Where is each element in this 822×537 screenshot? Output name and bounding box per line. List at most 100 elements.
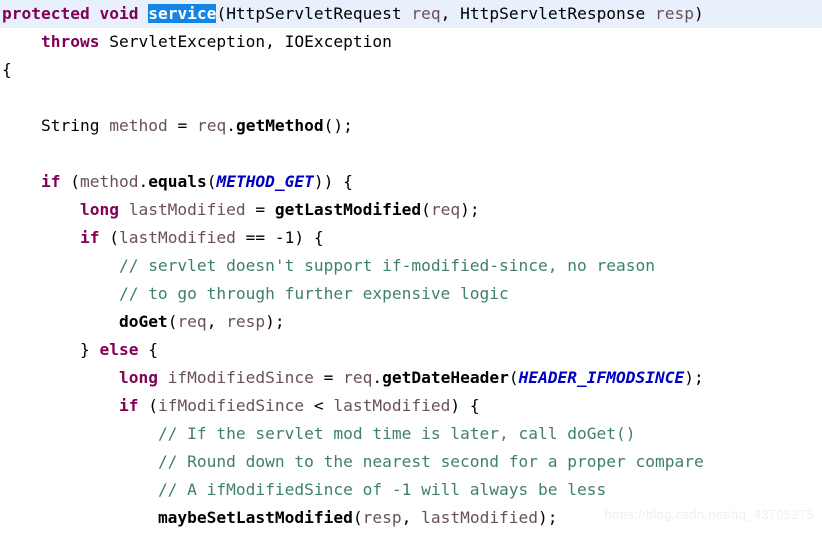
code-token: String bbox=[40, 116, 100, 135]
parameter-token: req bbox=[411, 4, 441, 23]
keyword-token: void bbox=[99, 4, 139, 23]
keyword-token: if bbox=[79, 228, 100, 247]
code-line[interactable]: } else { bbox=[0, 336, 822, 364]
code-token: , bbox=[265, 32, 285, 51]
code-token: ( bbox=[60, 172, 80, 191]
code-token: ); bbox=[538, 508, 558, 527]
keyword-token: else bbox=[99, 340, 139, 359]
code-lines-container[interactable]: protected void service(HttpServletReques… bbox=[0, 0, 822, 537]
code-line[interactable]: long ifModifiedSince = req.getDateHeader… bbox=[0, 364, 822, 392]
code-token: ( bbox=[167, 312, 178, 331]
code-token: . bbox=[372, 368, 383, 387]
code-line[interactable]: long lastModified = getLastModified(req)… bbox=[0, 196, 822, 224]
code-token: ( bbox=[508, 368, 519, 387]
code-line[interactable]: // servlet doesn't support if-modified-s… bbox=[0, 252, 822, 280]
parameter-token: resp bbox=[655, 4, 695, 23]
code-editor[interactable]: protected void service(HttpServletReques… bbox=[0, 0, 822, 537]
code-line[interactable]: protected void service(HttpServletReques… bbox=[0, 0, 822, 28]
code-token: ); bbox=[265, 312, 285, 331]
parameter-token: resp bbox=[226, 312, 266, 331]
code-line[interactable]: doGet(req, resp); bbox=[0, 532, 822, 537]
code-token: < bbox=[304, 396, 334, 415]
code-token: , bbox=[206, 312, 227, 331]
code-token: , bbox=[440, 4, 461, 23]
code-line[interactable] bbox=[0, 140, 822, 168]
code-token: ) { bbox=[450, 396, 480, 415]
keyword-token: protected bbox=[2, 4, 90, 23]
code-line[interactable]: doGet(req, resp); bbox=[0, 308, 822, 336]
keyword-token: if bbox=[118, 396, 139, 415]
code-line[interactable]: // If the servlet mod time is later, cal… bbox=[0, 420, 822, 448]
method-token: doGet bbox=[118, 312, 168, 331]
code-token: ( bbox=[138, 396, 158, 415]
code-line[interactable] bbox=[0, 84, 822, 112]
comment-token: // If the servlet mod time is later, cal… bbox=[157, 424, 636, 443]
parameter-token: ifModifiedSince bbox=[167, 368, 314, 387]
code-line[interactable]: String method = req.getMethod(); bbox=[0, 112, 822, 140]
code-token: = bbox=[313, 368, 344, 387]
code-token: HttpServletRequest bbox=[226, 4, 402, 23]
code-line[interactable]: if (method.equals(METHOD_GET)) { bbox=[0, 168, 822, 196]
code-token: IOException bbox=[284, 32, 392, 51]
parameter-token: req bbox=[343, 368, 373, 387]
code-token: ); bbox=[460, 200, 480, 219]
code-token: { bbox=[2, 60, 12, 79]
parameter-token: lastModified bbox=[128, 200, 246, 219]
parameter-token: method bbox=[109, 116, 168, 135]
keyword-token: long bbox=[79, 200, 119, 219]
parameter-token: req bbox=[430, 200, 461, 219]
constant-token: HEADER_IFMODSINCE bbox=[518, 368, 685, 387]
comment-token: // A ifModifiedSince of -1 will always b… bbox=[157, 480, 607, 499]
comment-token: // Round down to the nearest second for … bbox=[157, 452, 704, 471]
code-token: } bbox=[2, 340, 100, 359]
keyword-token: throws bbox=[40, 32, 100, 51]
selected-token: service bbox=[148, 4, 217, 23]
code-line[interactable]: // Round down to the nearest second for … bbox=[0, 448, 822, 476]
code-line[interactable]: // to go through further expensive logic bbox=[0, 280, 822, 308]
method-token: maybeSetLastModified bbox=[157, 508, 353, 527]
method-token: getDateHeader bbox=[382, 368, 509, 387]
code-line[interactable]: if (lastModified == -1) { bbox=[0, 224, 822, 252]
comment-token: // servlet doesn't support if-modified-s… bbox=[118, 256, 655, 275]
parameter-token: resp bbox=[362, 508, 402, 527]
parameter-token: req bbox=[196, 116, 227, 135]
parameter-token: method bbox=[79, 172, 139, 191]
code-token: ( bbox=[216, 4, 227, 23]
code-token: )) { bbox=[313, 172, 353, 191]
code-token: ServletException bbox=[109, 32, 266, 51]
parameter-token: ifModifiedSince bbox=[157, 396, 305, 415]
code-token: ) bbox=[694, 4, 704, 23]
code-token: = bbox=[167, 116, 197, 135]
code-line[interactable]: throws ServletException, IOException bbox=[0, 28, 822, 56]
parameter-token: req bbox=[177, 312, 207, 331]
code-token: ( bbox=[206, 172, 217, 191]
code-line[interactable]: if (ifModifiedSince < lastModified) { bbox=[0, 392, 822, 420]
code-line[interactable]: { bbox=[0, 56, 822, 84]
method-token: getMethod bbox=[235, 116, 324, 135]
code-token: ( bbox=[421, 200, 431, 219]
code-token: HttpServletResponse bbox=[460, 4, 646, 23]
code-token: (); bbox=[323, 116, 353, 135]
code-token: . bbox=[226, 116, 236, 135]
watermark-text: https://blog.csdn.net/qq_43705275 bbox=[604, 507, 814, 522]
code-line[interactable]: // A ifModifiedSince of -1 will always b… bbox=[0, 476, 822, 504]
parameter-token: lastModified bbox=[333, 396, 451, 415]
comment-token: // to go through further expensive logic bbox=[118, 284, 509, 303]
